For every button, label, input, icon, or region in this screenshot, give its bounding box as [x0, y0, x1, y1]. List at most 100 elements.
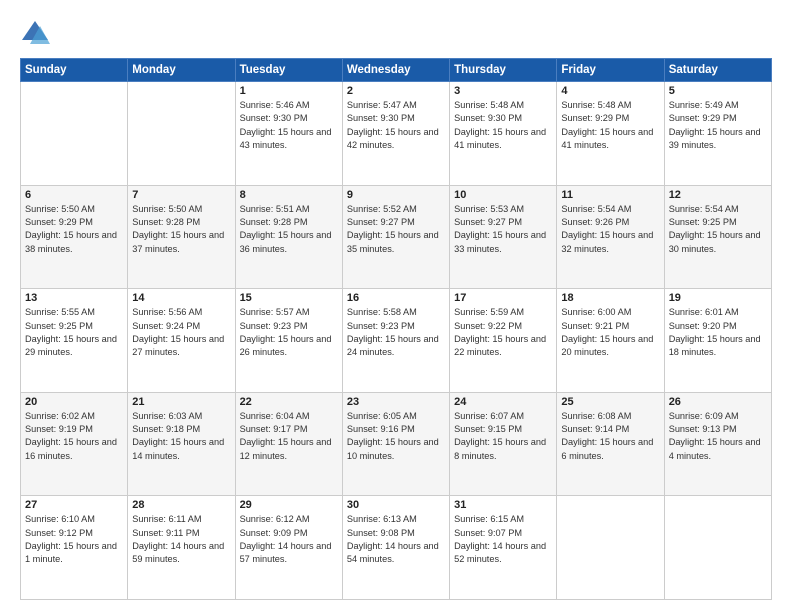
day-info: Sunrise: 6:15 AM Sunset: 9:07 PM Dayligh… — [454, 513, 552, 566]
day-header-wednesday: Wednesday — [342, 59, 449, 82]
calendar-cell: 6 Sunrise: 5:50 AM Sunset: 9:29 PM Daylig… — [21, 185, 128, 289]
day-info: Sunrise: 6:02 AM Sunset: 9:19 PM Dayligh… — [25, 410, 123, 463]
calendar-cell: 2 Sunrise: 5:47 AM Sunset: 9:30 PM Daylig… — [342, 82, 449, 186]
day-info: Sunrise: 6:04 AM Sunset: 9:17 PM Dayligh… — [240, 410, 338, 463]
day-number: 23 — [347, 396, 445, 408]
logo — [20, 18, 54, 48]
day-header-saturday: Saturday — [664, 59, 771, 82]
week-row-1: 1 Sunrise: 5:46 AM Sunset: 9:30 PM Daylig… — [21, 82, 772, 186]
day-info: Sunrise: 6:09 AM Sunset: 9:13 PM Dayligh… — [669, 410, 767, 463]
day-number: 20 — [25, 396, 123, 408]
week-row-2: 6 Sunrise: 5:50 AM Sunset: 9:29 PM Daylig… — [21, 185, 772, 289]
calendar-cell: 28 Sunrise: 6:11 AM Sunset: 9:11 PM Dayli… — [128, 496, 235, 600]
calendar-cell: 27 Sunrise: 6:10 AM Sunset: 9:12 PM Dayli… — [21, 496, 128, 600]
day-info: Sunrise: 5:54 AM Sunset: 9:25 PM Dayligh… — [669, 203, 767, 256]
day-number: 25 — [561, 396, 659, 408]
day-number: 17 — [454, 292, 552, 304]
calendar-cell: 31 Sunrise: 6:15 AM Sunset: 9:07 PM Dayli… — [450, 496, 557, 600]
day-info: Sunrise: 5:48 AM Sunset: 9:29 PM Dayligh… — [561, 99, 659, 152]
day-number: 19 — [669, 292, 767, 304]
day-number: 30 — [347, 499, 445, 511]
logo-icon — [20, 18, 50, 48]
calendar-cell: 24 Sunrise: 6:07 AM Sunset: 9:15 PM Dayli… — [450, 392, 557, 496]
day-info: Sunrise: 6:10 AM Sunset: 9:12 PM Dayligh… — [25, 513, 123, 566]
calendar-cell: 14 Sunrise: 5:56 AM Sunset: 9:24 PM Dayli… — [128, 289, 235, 393]
calendar-cell: 11Sunrise: 5:54 AM Sunset: 9:26 PM Dayli… — [557, 185, 664, 289]
calendar-cell: 3Sunrise: 5:48 AM Sunset: 9:30 PM Daylig… — [450, 82, 557, 186]
day-number: 14 — [132, 292, 230, 304]
calendar-cell: 29Sunrise: 6:12 AM Sunset: 9:09 PM Dayli… — [235, 496, 342, 600]
day-number: 28 — [132, 499, 230, 511]
calendar-cell: 13 Sunrise: 5:55 AM Sunset: 9:25 PM Dayli… — [21, 289, 128, 393]
calendar-cell: 22 Sunrise: 6:04 AM Sunset: 9:17 PM Dayli… — [235, 392, 342, 496]
day-info: Sunrise: 6:11 AM Sunset: 9:11 PM Dayligh… — [132, 513, 230, 566]
calendar-cell: 12 Sunrise: 5:54 AM Sunset: 9:25 PM Dayli… — [664, 185, 771, 289]
day-info: Sunrise: 6:12 AM Sunset: 9:09 PM Dayligh… — [240, 513, 338, 566]
calendar-cell: 17 Sunrise: 5:59 AM Sunset: 9:22 PM Dayli… — [450, 289, 557, 393]
day-info: Sunrise: 5:50 AM Sunset: 9:29 PM Dayligh… — [25, 203, 123, 256]
day-info: Sunrise: 6:07 AM Sunset: 9:15 PM Dayligh… — [454, 410, 552, 463]
day-number: 1 — [240, 85, 338, 97]
day-info: Sunrise: 5:53 AM Sunset: 9:27 PM Dayligh… — [454, 203, 552, 256]
day-number: 4 — [561, 85, 659, 97]
calendar-cell — [664, 496, 771, 600]
calendar-table: SundayMondayTuesdayWednesdayThursdayFrid… — [20, 58, 772, 600]
day-number: 26 — [669, 396, 767, 408]
day-number: 12 — [669, 189, 767, 201]
day-info: Sunrise: 5:47 AM Sunset: 9:30 PM Dayligh… — [347, 99, 445, 152]
day-info: Sunrise: 6:05 AM Sunset: 9:16 PM Dayligh… — [347, 410, 445, 463]
day-number: 9 — [347, 189, 445, 201]
day-info: Sunrise: 5:54 AM Sunset: 9:26 PM Dayligh… — [561, 203, 659, 256]
header — [20, 18, 772, 48]
week-row-5: 27 Sunrise: 6:10 AM Sunset: 9:12 PM Dayli… — [21, 496, 772, 600]
day-header-tuesday: Tuesday — [235, 59, 342, 82]
calendar-cell: 26 Sunrise: 6:09 AM Sunset: 9:13 PM Dayli… — [664, 392, 771, 496]
day-info: Sunrise: 6:08 AM Sunset: 9:14 PM Dayligh… — [561, 410, 659, 463]
day-info: Sunrise: 6:00 AM Sunset: 9:21 PM Dayligh… — [561, 306, 659, 359]
day-header-friday: Friday — [557, 59, 664, 82]
day-number: 24 — [454, 396, 552, 408]
calendar-cell: 4 Sunrise: 5:48 AM Sunset: 9:29 PM Daylig… — [557, 82, 664, 186]
calendar-cell: 5 Sunrise: 5:49 AM Sunset: 9:29 PM Daylig… — [664, 82, 771, 186]
day-number: 15 — [240, 292, 338, 304]
day-info: Sunrise: 5:50 AM Sunset: 9:28 PM Dayligh… — [132, 203, 230, 256]
calendar-cell: 20 Sunrise: 6:02 AM Sunset: 9:19 PM Dayli… — [21, 392, 128, 496]
day-header-sunday: Sunday — [21, 59, 128, 82]
day-number: 3 — [454, 85, 552, 97]
day-info: Sunrise: 5:46 AM Sunset: 9:30 PM Dayligh… — [240, 99, 338, 152]
day-info: Sunrise: 5:57 AM Sunset: 9:23 PM Dayligh… — [240, 306, 338, 359]
calendar-cell: 8Sunrise: 5:51 AM Sunset: 9:28 PM Daylig… — [235, 185, 342, 289]
calendar-cell: 18 Sunrise: 6:00 AM Sunset: 9:21 PM Dayli… — [557, 289, 664, 393]
day-info: Sunrise: 5:52 AM Sunset: 9:27 PM Dayligh… — [347, 203, 445, 256]
calendar-cell: 23 Sunrise: 6:05 AM Sunset: 9:16 PM Dayli… — [342, 392, 449, 496]
day-number: 22 — [240, 396, 338, 408]
day-info: Sunrise: 5:49 AM Sunset: 9:29 PM Dayligh… — [669, 99, 767, 152]
header-row: SundayMondayTuesdayWednesdayThursdayFrid… — [21, 59, 772, 82]
day-number: 6 — [25, 189, 123, 201]
calendar-cell — [21, 82, 128, 186]
day-number: 8 — [240, 189, 338, 201]
day-number: 18 — [561, 292, 659, 304]
day-number: 31 — [454, 499, 552, 511]
day-header-monday: Monday — [128, 59, 235, 82]
day-info: Sunrise: 6:01 AM Sunset: 9:20 PM Dayligh… — [669, 306, 767, 359]
calendar-cell: 9 Sunrise: 5:52 AM Sunset: 9:27 PM Daylig… — [342, 185, 449, 289]
calendar-cell: 21Sunrise: 6:03 AM Sunset: 9:18 PM Dayli… — [128, 392, 235, 496]
day-number: 5 — [669, 85, 767, 97]
day-number: 13 — [25, 292, 123, 304]
day-info: Sunrise: 5:59 AM Sunset: 9:22 PM Dayligh… — [454, 306, 552, 359]
day-header-thursday: Thursday — [450, 59, 557, 82]
calendar-body: 1 Sunrise: 5:46 AM Sunset: 9:30 PM Daylig… — [21, 82, 772, 600]
day-info: Sunrise: 6:03 AM Sunset: 9:18 PM Dayligh… — [132, 410, 230, 463]
day-info: Sunrise: 5:55 AM Sunset: 9:25 PM Dayligh… — [25, 306, 123, 359]
day-info: Sunrise: 5:58 AM Sunset: 9:23 PM Dayligh… — [347, 306, 445, 359]
day-number: 2 — [347, 85, 445, 97]
calendar-cell: 25 Sunrise: 6:08 AM Sunset: 9:14 PM Dayli… — [557, 392, 664, 496]
week-row-3: 13 Sunrise: 5:55 AM Sunset: 9:25 PM Dayli… — [21, 289, 772, 393]
calendar-cell — [128, 82, 235, 186]
calendar-cell: 1 Sunrise: 5:46 AM Sunset: 9:30 PM Daylig… — [235, 82, 342, 186]
calendar-cell: 30Sunrise: 6:13 AM Sunset: 9:08 PM Dayli… — [342, 496, 449, 600]
calendar-cell — [557, 496, 664, 600]
day-info: Sunrise: 5:56 AM Sunset: 9:24 PM Dayligh… — [132, 306, 230, 359]
day-number: 27 — [25, 499, 123, 511]
